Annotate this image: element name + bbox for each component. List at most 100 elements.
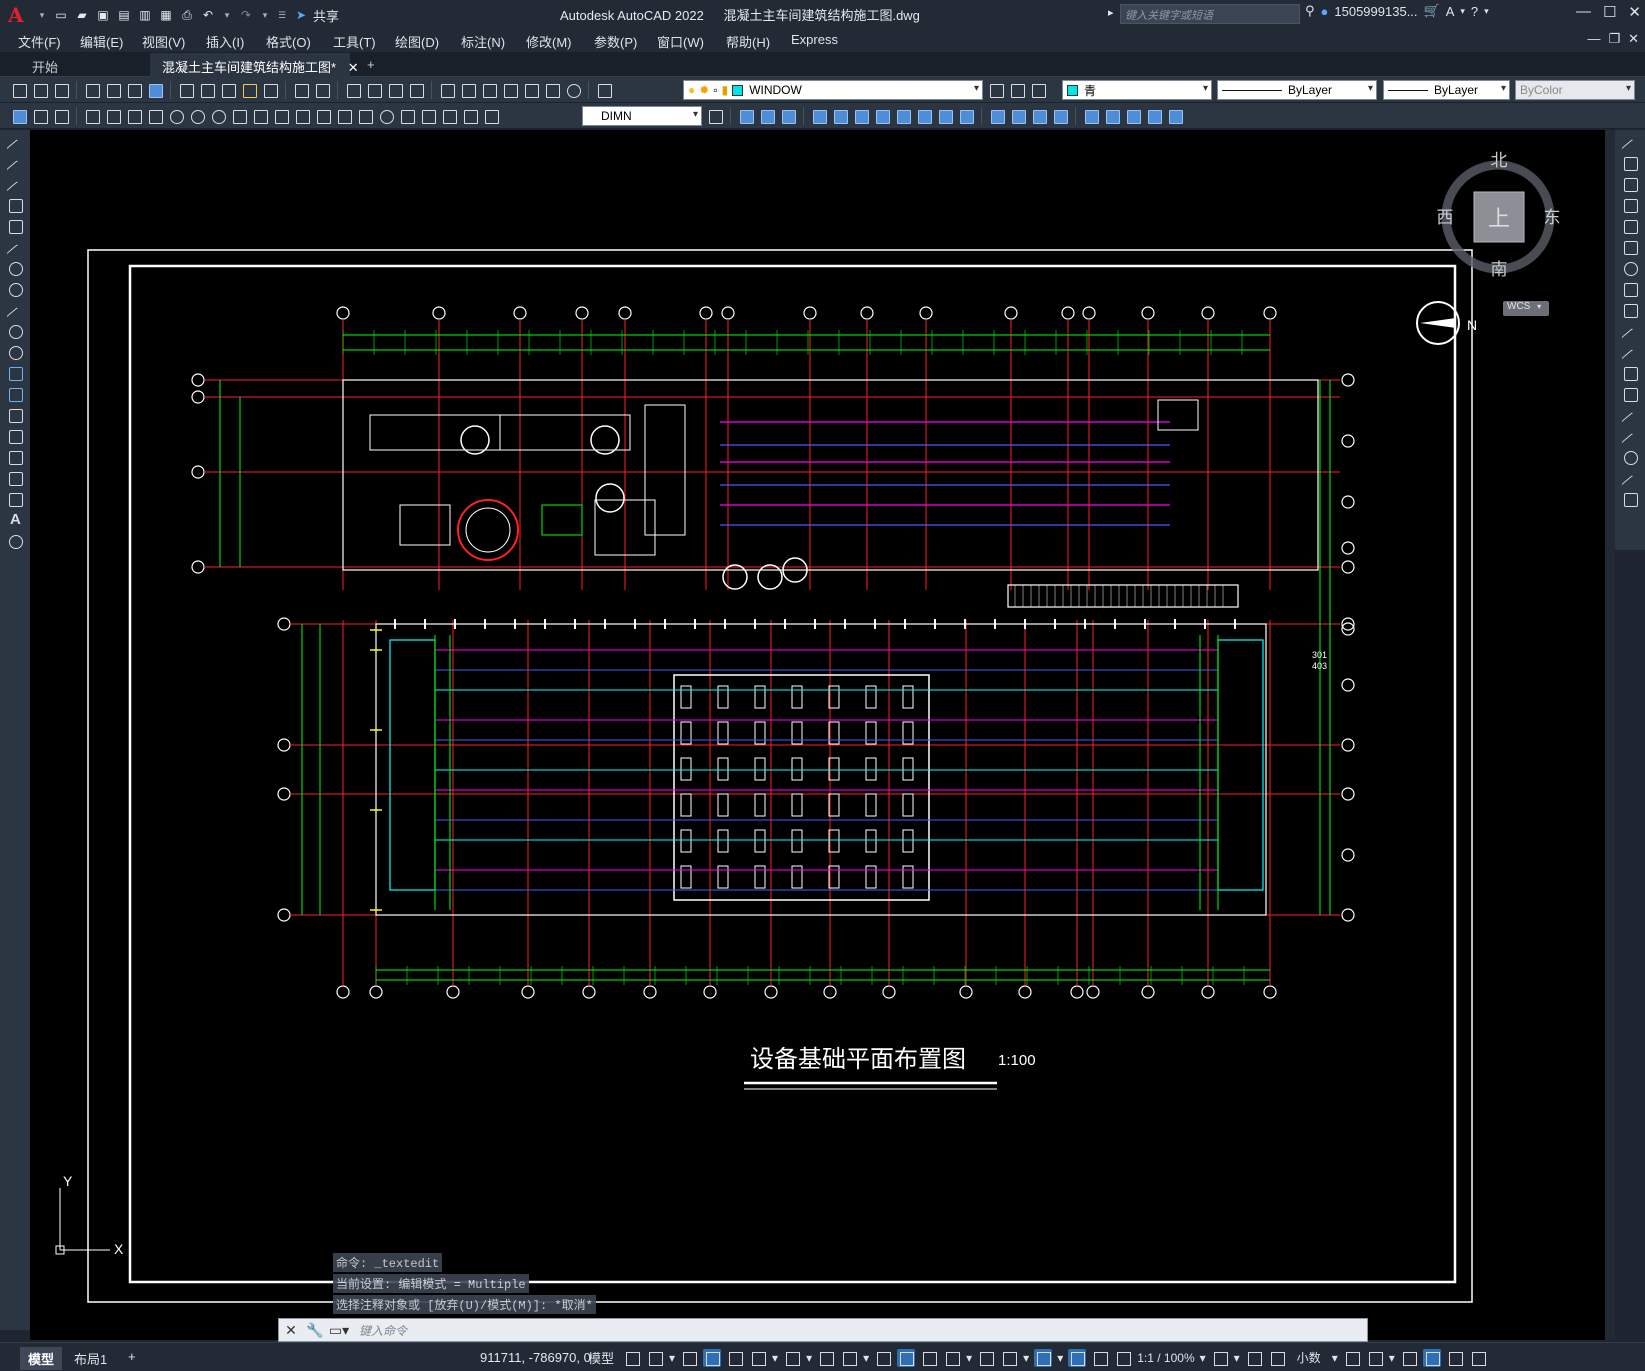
- publish-icon[interactable]: ▥: [136, 6, 154, 24]
- user-icon[interactable]: ●: [1321, 4, 1329, 19]
- command-input[interactable]: 键入命令: [359, 1322, 407, 1339]
- compass-east[interactable]: 东: [1544, 208, 1561, 227]
- union-icon[interactable]: [915, 107, 933, 125]
- annotation-visibility-icon[interactable]: [1068, 1348, 1087, 1367]
- explode-icon[interactable]: [1621, 490, 1639, 508]
- box-icon[interactable]: [737, 107, 755, 125]
- minimize-icon[interactable]: —: [1576, 3, 1591, 21]
- ellipse-icon[interactable]: [6, 322, 24, 340]
- circle-icon[interactable]: [6, 259, 24, 277]
- multiline-text-icon[interactable]: [6, 511, 24, 529]
- loft-icon[interactable]: [894, 107, 912, 125]
- ellipse-arc-icon[interactable]: [6, 343, 24, 361]
- iso-chevron-icon[interactable]: ▾: [806, 1351, 812, 1365]
- linear-dim-icon[interactable]: [83, 107, 101, 125]
- doc-close-icon[interactable]: ✕: [1628, 31, 1639, 47]
- redo-chevron-icon[interactable]: ▾: [258, 6, 272, 24]
- scale-icon[interactable]: [1621, 280, 1639, 298]
- subtract-icon[interactable]: [936, 107, 954, 125]
- make-block-icon[interactable]: [6, 385, 24, 403]
- plot-icon[interactable]: [83, 81, 101, 99]
- units-value[interactable]: 小数: [1297, 1349, 1321, 1366]
- 3d-align-icon[interactable]: [1124, 107, 1142, 125]
- qnew-icon[interactable]: [10, 81, 28, 99]
- spline-icon[interactable]: [6, 301, 24, 319]
- units-icon[interactable]: [1268, 1349, 1286, 1367]
- markup-icon[interactable]: [522, 81, 540, 99]
- layer-state-icon[interactable]: [1029, 81, 1047, 99]
- save-as-icon[interactable]: ▤: [115, 6, 133, 24]
- layer-properties-icon[interactable]: [595, 81, 613, 99]
- tab-drawing[interactable]: 混凝土主车间建筑结构施工图* ✕: [150, 53, 359, 77]
- filter-chevron-icon[interactable]: ▾: [1023, 1351, 1029, 1365]
- section-icon[interactable]: [1051, 107, 1069, 125]
- menu-draw[interactable]: 绘图(D): [395, 32, 439, 51]
- tool-palettes-icon[interactable]: [480, 81, 498, 99]
- user-name[interactable]: 1505999135...: [1334, 4, 1417, 19]
- lock-ui-icon[interactable]: [1366, 1349, 1384, 1367]
- isolate-objects-icon[interactable]: [1400, 1349, 1418, 1367]
- dimstyle-dropdown[interactable]: DIMN ▾: [582, 106, 702, 126]
- cart-icon[interactable]: 🛒: [1424, 3, 1440, 19]
- sheet-set-icon[interactable]: [501, 81, 519, 99]
- blend-icon[interactable]: [1621, 469, 1639, 487]
- compass-west[interactable]: 西: [1437, 208, 1454, 227]
- slice-icon[interactable]: [988, 107, 1006, 125]
- menu-window[interactable]: 窗口(W): [657, 32, 704, 51]
- menu-parametric[interactable]: 参数(P): [594, 32, 637, 51]
- arc-length-icon[interactable]: [125, 107, 143, 125]
- rectangle-icon[interactable]: [6, 217, 24, 235]
- jogged-icon[interactable]: [188, 107, 206, 125]
- menu-edit[interactable]: 编辑(E): [80, 32, 123, 51]
- open-folder-icon[interactable]: ▰: [73, 6, 91, 24]
- fillet-icon[interactable]: [1621, 448, 1639, 466]
- tab-start[interactable]: 开始: [20, 53, 150, 77]
- object-snap-icon[interactable]: [840, 1349, 858, 1367]
- erase-icon[interactable]: [1621, 133, 1639, 151]
- grid-icon[interactable]: [623, 1349, 641, 1367]
- aligned-dim-icon[interactable]: [104, 107, 122, 125]
- table-icon[interactable]: [6, 490, 24, 508]
- scale-chevron-icon[interactable]: ▾: [1200, 1351, 1206, 1365]
- 3d-dwf-icon[interactable]: [146, 81, 164, 99]
- region-icon[interactable]: [6, 469, 24, 487]
- dim-text-edit-icon[interactable]: [461, 107, 479, 125]
- customize-qat-icon[interactable]: ☰: [275, 6, 289, 24]
- search-icon[interactable]: ⚲: [1305, 3, 1315, 19]
- menu-file[interactable]: 文件(F): [18, 32, 61, 51]
- arc-icon[interactable]: [6, 238, 24, 256]
- workspace-switch-icon[interactable]: [1211, 1349, 1229, 1367]
- dim-break-icon[interactable]: [335, 107, 353, 125]
- copy-object-icon[interactable]: [1621, 154, 1639, 172]
- undo-chevron-icon[interactable]: ▾: [220, 6, 234, 24]
- trim-icon[interactable]: [1621, 322, 1639, 340]
- polyline-icon[interactable]: [6, 175, 24, 193]
- menu-dimension[interactable]: 标注(N): [461, 32, 505, 51]
- construction-line-icon[interactable]: [6, 154, 24, 172]
- zoom-previous-icon[interactable]: [407, 81, 425, 99]
- dim-space-icon[interactable]: [314, 107, 332, 125]
- zoom-window-icon[interactable]: [386, 81, 404, 99]
- lineweight-icon[interactable]: [874, 1349, 892, 1367]
- drawing-svg[interactable]: N 301 403 设备基础平面布置图 1:100 Y X: [30, 130, 1615, 1340]
- pan-icon[interactable]: [344, 81, 362, 99]
- extend-icon[interactable]: [1621, 343, 1639, 361]
- gradient-icon[interactable]: [6, 448, 24, 466]
- dynamic-input-icon[interactable]: [703, 1348, 722, 1367]
- break-icon[interactable]: [1621, 385, 1639, 403]
- coordinates-readout[interactable]: 911711, -786970, 0: [480, 1350, 591, 1365]
- insert-block-icon[interactable]: [6, 364, 24, 382]
- doc-restore-icon[interactable]: ❐: [1608, 31, 1620, 47]
- new-tab-button[interactable]: +: [355, 53, 387, 77]
- chevron-down-icon[interactable]: ▾: [1460, 6, 1465, 17]
- revision-cloud-icon[interactable]: [6, 280, 24, 298]
- transparency-icon[interactable]: [897, 1348, 916, 1367]
- make-current-layer-icon[interactable]: [987, 81, 1005, 99]
- gizmo-chevron-icon[interactable]: ▾: [1057, 1351, 1063, 1365]
- viewcube[interactable]: 上 北 南 东 西: [1436, 150, 1566, 290]
- annotation-scale-value[interactable]: 1:1 / 100%: [1137, 1351, 1194, 1365]
- array-icon[interactable]: [1621, 217, 1639, 235]
- polar-chevron-icon[interactable]: ▾: [772, 1351, 778, 1365]
- lineweight-dropdown[interactable]: ByLayer ▾: [1383, 80, 1510, 100]
- gizmo-icon[interactable]: [1034, 1348, 1053, 1367]
